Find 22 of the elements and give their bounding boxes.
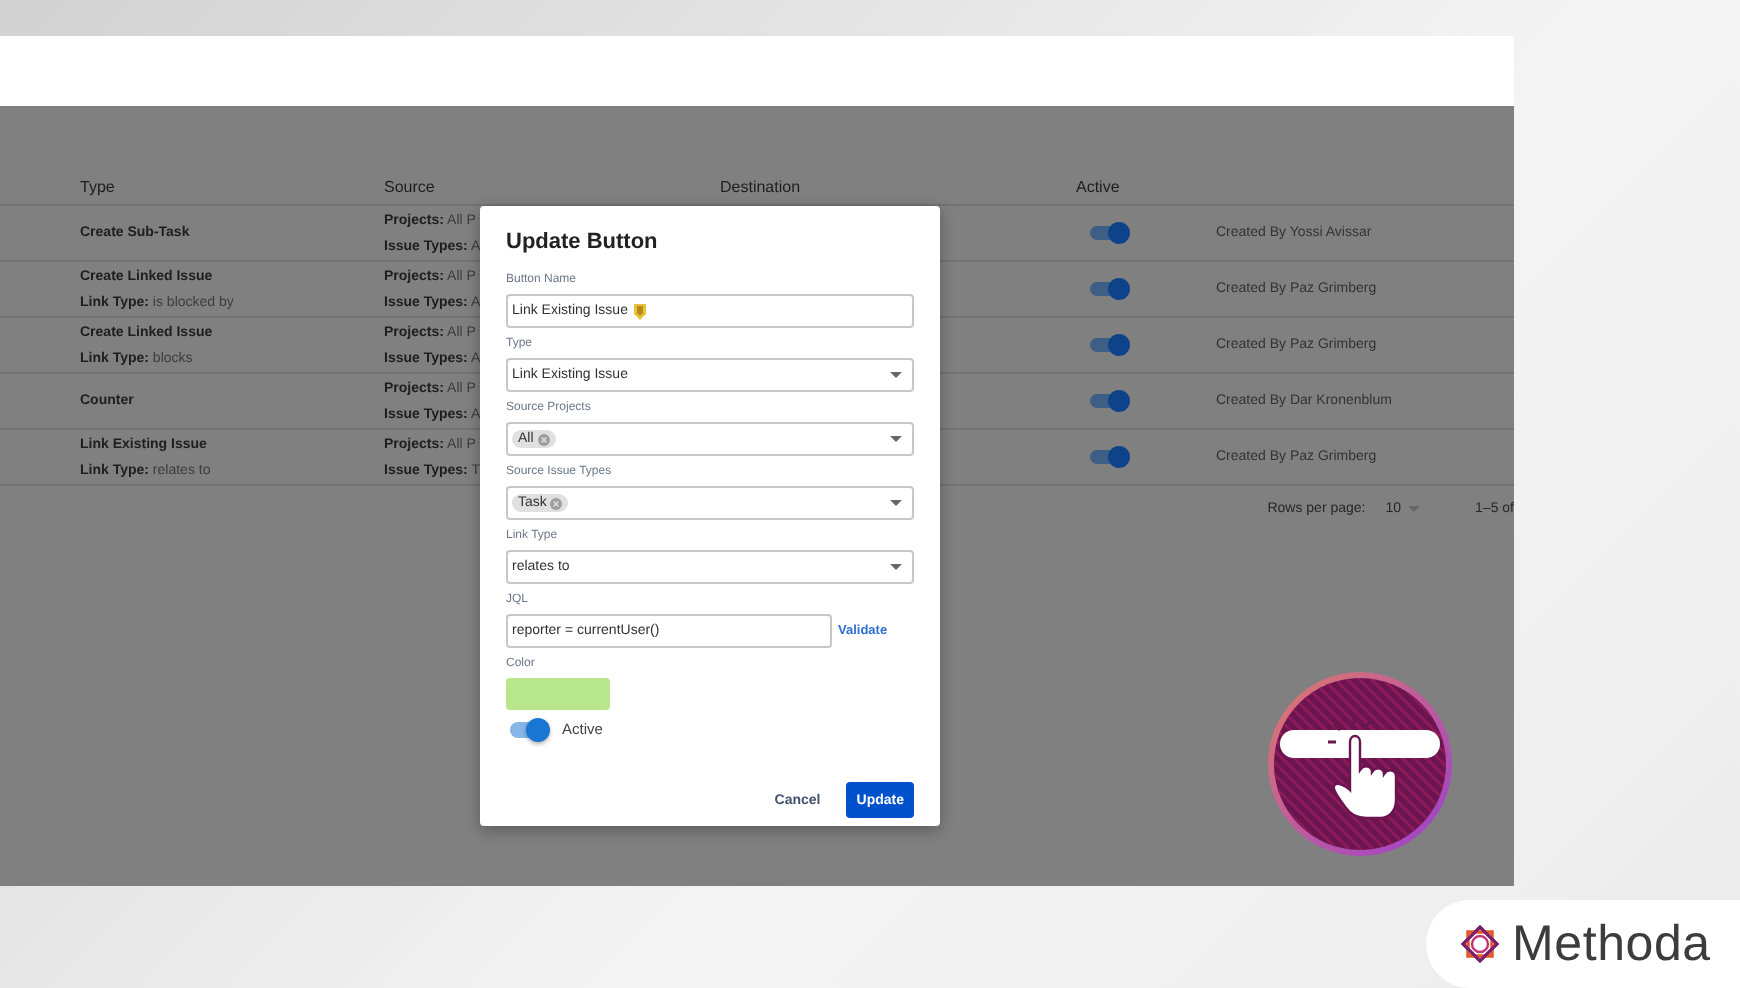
clear-icon[interactable]: [550, 497, 563, 509]
toggle-switch[interactable]: [510, 721, 546, 737]
column-header: Type: [80, 178, 115, 196]
brand-name: Methoda: [1512, 915, 1711, 973]
toggle-switch[interactable]: [1090, 450, 1128, 464]
click-badge-icon: [1266, 670, 1454, 858]
column-header: Destination: [720, 178, 801, 196]
dropdown-caret-icon: [890, 435, 902, 443]
color-swatch[interactable]: [506, 678, 610, 710]
dropdown-caret-icon: [890, 563, 902, 571]
column-header: Source: [384, 178, 435, 196]
dropdown-caret-icon: [890, 499, 902, 507]
toggle-switch[interactable]: [1090, 394, 1128, 408]
toggle-switch[interactable]: [1090, 338, 1128, 352]
clear-icon[interactable]: [537, 433, 550, 445]
dropdown-caret-icon: [890, 371, 902, 379]
badge-icon: [633, 303, 646, 319]
toggle-switch[interactable]: [1090, 226, 1128, 240]
dialog-title: Update Button: [506, 230, 660, 254]
logo-icon: [1458, 922, 1502, 966]
toggle-switch[interactable]: [1090, 282, 1128, 296]
column-header: Active: [1076, 178, 1120, 196]
